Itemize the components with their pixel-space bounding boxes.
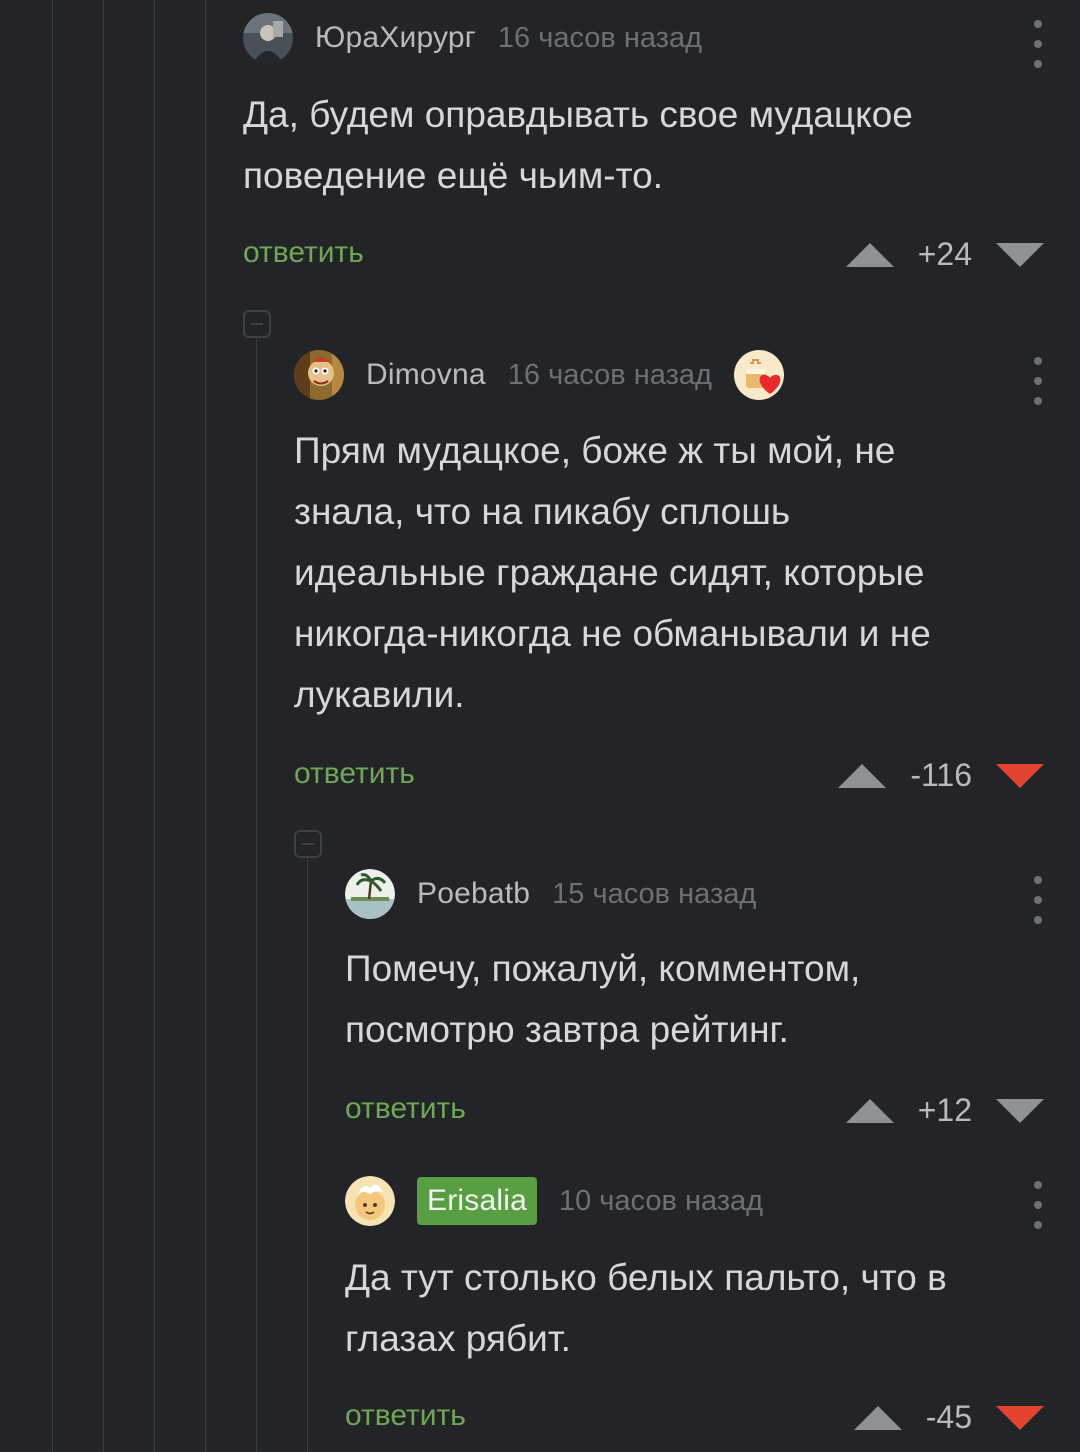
username[interactable]: Dimovna — [366, 358, 486, 392]
timestamp: 16 часов назад — [497, 21, 703, 54]
comment: Poebatb 15 часов назад Помечу, пожалуй, … — [345, 868, 1044, 1138]
comment-text: Помечу, пожалуй, комментом, посмотрю зав… — [345, 948, 861, 1050]
comment: ЮраХирург 16 часов назад Да, будем оправ… — [243, 10, 1044, 280]
more-options-icon[interactable] — [1032, 876, 1044, 924]
timestamp: 15 часов назад — [552, 877, 757, 910]
timestamp: 16 часов назад — [507, 358, 712, 391]
score: +12 — [917, 1092, 972, 1128]
thread-line-4 — [205, 0, 206, 1452]
comment-text: Да, будем оправдывать свое мудацкое пове… — [243, 94, 913, 196]
avatar[interactable] — [243, 13, 293, 63]
downvote-icon[interactable] — [996, 1405, 1044, 1430]
comment: Erisalia 10 часов назад Да тут столько б… — [345, 1173, 1044, 1443]
collapse-thread-button[interactable] — [294, 830, 322, 858]
rating: +24 — [845, 236, 1044, 273]
collapse-thread-button[interactable] — [243, 310, 271, 338]
username[interactable]: ЮраХирург — [315, 21, 476, 55]
reply-link[interactable]: ответить — [243, 236, 364, 270]
thread-line-3 — [154, 0, 155, 1452]
downvote-icon[interactable] — [996, 242, 1044, 267]
heart-cake-award-icon[interactable] — [733, 350, 784, 400]
comment-header: ЮраХирург 16 часов назад — [243, 12, 702, 64]
thread-line-6 — [307, 858, 308, 1452]
thread-line-5 — [256, 338, 257, 1452]
more-options-icon[interactable] — [1032, 20, 1044, 68]
username[interactable]: Poebatb — [417, 877, 530, 911]
more-options-icon[interactable] — [1032, 357, 1044, 405]
upvote-icon[interactable] — [853, 1405, 902, 1430]
comment: Dimovna 16 часов назад Прям мудацкое, бо… — [294, 347, 1044, 807]
score: -45 — [925, 1399, 972, 1435]
avatar[interactable] — [345, 869, 395, 919]
thread-line-2 — [103, 0, 104, 1452]
reply-link[interactable]: ответить — [345, 1092, 466, 1126]
reply-link[interactable]: ответить — [294, 757, 415, 791]
rating: +12 — [845, 1092, 1044, 1129]
avatar[interactable] — [294, 350, 344, 400]
upvote-icon[interactable] — [845, 1098, 894, 1123]
comment-header: Erisalia 10 часов назад — [345, 1175, 763, 1227]
score: -116 — [910, 757, 972, 793]
comment-text: Да тут столько белых пальто, что в глаза… — [345, 1257, 947, 1359]
thread-line-1 — [52, 0, 53, 1452]
more-options-icon[interactable] — [1032, 1181, 1044, 1229]
timestamp: 10 часов назад — [558, 1184, 764, 1217]
username[interactable]: Erisalia — [417, 1177, 537, 1225]
comment-text: Прям мудацкое, боже ж ты мой, не знала, … — [294, 430, 931, 715]
upvote-icon[interactable] — [845, 242, 894, 267]
score: +24 — [917, 236, 972, 272]
comment-header: Poebatb 15 часов назад — [345, 868, 756, 920]
downvote-icon[interactable] — [996, 1098, 1044, 1123]
reply-link[interactable]: ответить — [345, 1399, 466, 1433]
comment-header: Dimovna 16 часов назад — [294, 349, 784, 401]
downvote-icon[interactable] — [996, 763, 1044, 788]
rating: -45 — [853, 1399, 1044, 1436]
upvote-icon[interactable] — [838, 763, 887, 788]
avatar[interactable] — [345, 1176, 395, 1226]
rating: -116 — [838, 757, 1044, 794]
